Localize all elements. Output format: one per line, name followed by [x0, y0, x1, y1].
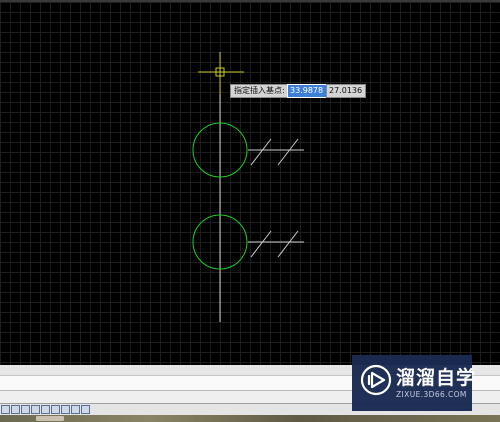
lower-hatch-line-1 [250, 230, 272, 258]
status-bar-toggle-icon[interactable] [21, 405, 30, 414]
drawing-geometry [192, 52, 304, 322]
status-bar-toggle-icon[interactable] [1, 405, 10, 414]
status-bar-toggle-icon[interactable] [31, 405, 40, 414]
lower-hatch-line-2 [277, 230, 299, 258]
dynamic-input-prompt: 指定插入基点: [230, 84, 289, 98]
status-bar-toggle-icon[interactable] [11, 405, 20, 414]
upper-hatch-line-2 [277, 138, 299, 166]
upper-hatch-line-1 [250, 138, 272, 166]
status-bar-toggle-icon[interactable] [51, 405, 60, 414]
dynamic-input-y-field[interactable]: 27.0136 [326, 84, 366, 98]
status-bar-toggle-icon[interactable] [41, 405, 50, 414]
status-bar-toggle-icon[interactable] [61, 405, 70, 414]
watermark-title: 溜溜自学 [396, 367, 477, 389]
os-taskbar [0, 415, 500, 422]
dynamic-input-x-field[interactable]: 33.9878 [287, 84, 329, 98]
taskbar-item[interactable] [36, 416, 64, 421]
watermark-badge: 溜溜自学 ZIXUE.3D66.COM [352, 355, 475, 411]
drawing-canvas[interactable]: 指定插入基点: 33.9878 27.0136 [0, 2, 500, 365]
watermark-logo-icon [360, 364, 392, 396]
watermark-url: ZIXUE.3D66.COM [396, 390, 467, 399]
status-bar-toggle-icon[interactable] [81, 405, 90, 414]
status-bar-toggle-icon[interactable] [71, 405, 80, 414]
